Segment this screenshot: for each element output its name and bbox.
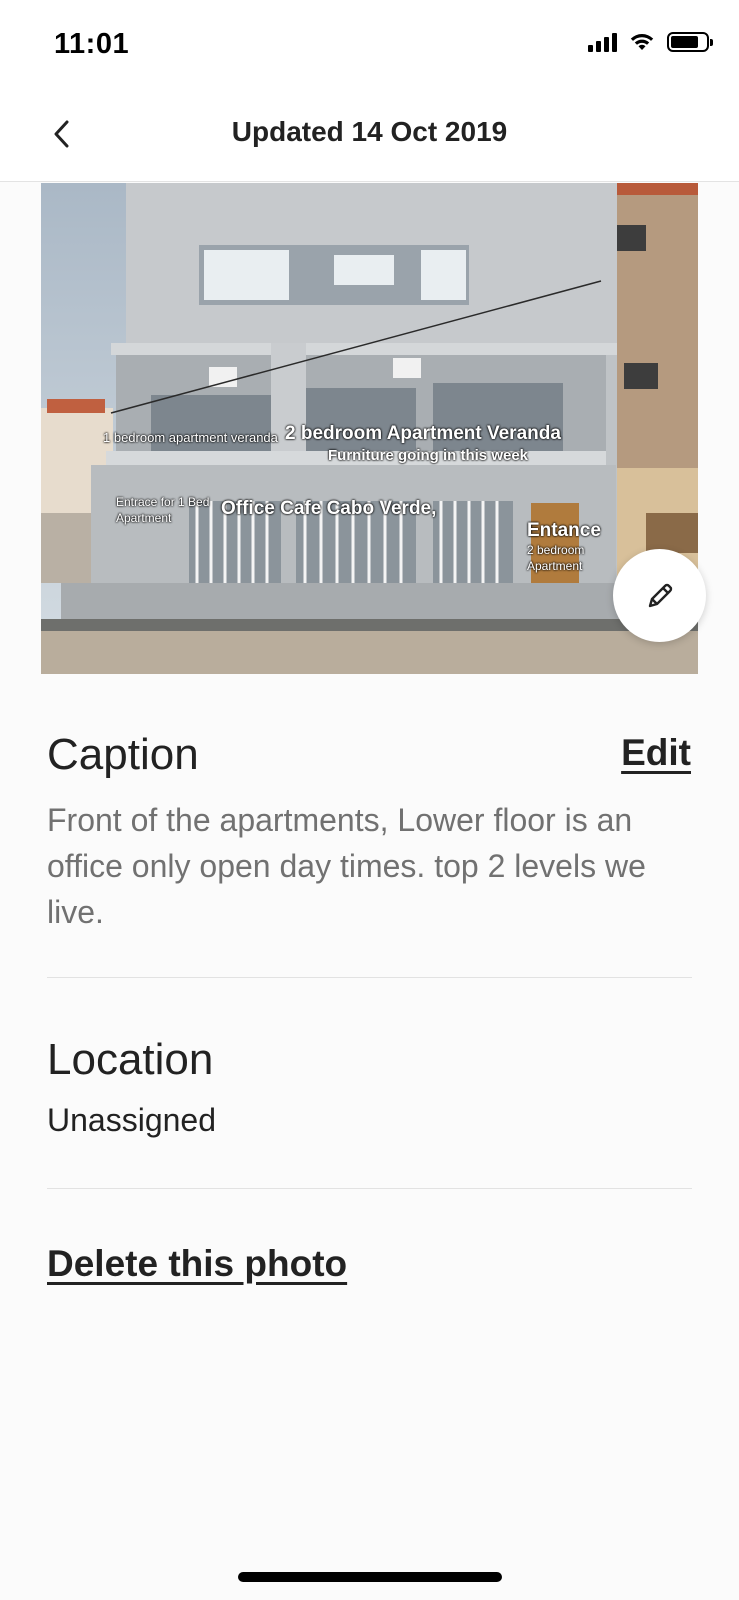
wifi-icon <box>630 34 654 50</box>
photo-label-entance-sub: 2 bedroom Apartment <box>527 543 585 573</box>
caption-heading: Caption <box>47 730 199 779</box>
listing-photo: 1 bedroom apartment veranda 2 bedroom Ap… <box>41 183 698 674</box>
location-value[interactable]: Unassigned <box>47 1102 216 1139</box>
edit-photo-button[interactable] <box>613 549 706 642</box>
status-icons <box>588 32 713 52</box>
photo-label-2bed-veranda: 2 bedroom Apartment Veranda <box>285 423 561 444</box>
battery-icon <box>667 32 713 52</box>
photo-label-office-cafe: Office Cafe Cabo Verde, <box>221 498 437 519</box>
edit-caption-link[interactable]: Edit <box>621 732 691 774</box>
status-time: 11:01 <box>54 28 130 60</box>
pencil-icon <box>648 583 672 607</box>
photo-label-furniture: Furniture going in this week <box>328 447 529 464</box>
delete-photo-link[interactable]: Delete this photo <box>47 1243 347 1285</box>
nav-bar: Updated 14 Oct 2019 <box>0 92 739 182</box>
home-indicator <box>238 1572 502 1582</box>
location-heading: Location <box>47 1035 214 1084</box>
cellular-signal-icon <box>588 32 617 52</box>
divider <box>47 977 692 978</box>
page-title: Updated 14 Oct 2019 <box>231 116 508 147</box>
divider <box>47 1188 692 1189</box>
photo-label-entrace-1bed: Entrace for 1 Bed Apartment <box>116 495 210 525</box>
caption-text: Front of the apartments, Lower floor is … <box>47 802 646 930</box>
status-bar: 11:01 <box>0 0 739 92</box>
photo-label-1bed-veranda: 1 bedroom apartment veranda <box>103 430 278 445</box>
photo-label-entance: Entance <box>527 520 601 541</box>
